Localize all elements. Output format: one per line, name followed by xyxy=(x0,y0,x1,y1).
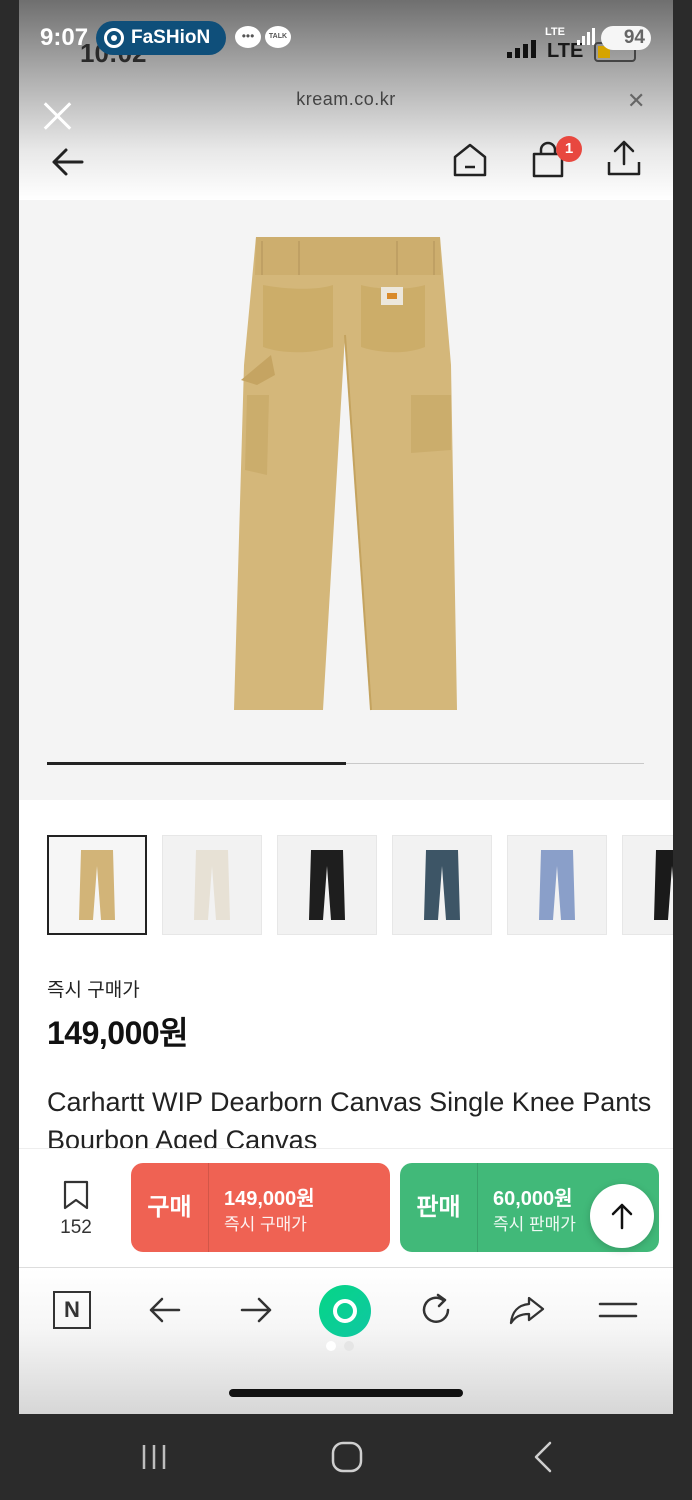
instant-buy-price: 149,000원 xyxy=(47,1015,189,1051)
bookmark-icon xyxy=(63,1180,89,1210)
home-icon[interactable] xyxy=(450,140,490,180)
pants-thumbnail-icon xyxy=(654,850,673,920)
page-dots xyxy=(326,1341,354,1351)
bookmark-count: 152 xyxy=(60,1217,92,1238)
recent-apps-icon[interactable] xyxy=(138,1441,170,1473)
refresh-icon[interactable] xyxy=(416,1290,456,1330)
browser-back-icon[interactable] xyxy=(145,1290,185,1330)
buy-tag: 구매 xyxy=(131,1163,209,1252)
device-frame: 10:02 9:07 FaSHioN ••• TALK LTE LTE 94 k… xyxy=(0,0,692,1500)
sell-price: 60,000원 xyxy=(493,1188,573,1210)
color-thumbnail[interactable] xyxy=(47,835,147,935)
bookmark-button[interactable]: 152 xyxy=(49,1180,103,1239)
share-forward-icon[interactable] xyxy=(507,1290,547,1330)
cart-count-badge: 1 xyxy=(556,136,582,162)
color-thumbnail-list xyxy=(47,835,673,935)
system-navigation-bar xyxy=(0,1414,692,1500)
product-name: Carhartt WIP Dearborn Canvas Single Knee… xyxy=(47,1087,652,1149)
home-circle-icon[interactable] xyxy=(330,1440,364,1474)
color-thumbnail[interactable] xyxy=(507,835,607,935)
color-thumbnail[interactable] xyxy=(392,835,492,935)
sell-tag: 판매 xyxy=(400,1163,478,1252)
signal-icon xyxy=(507,40,536,58)
browser-screen: 10:02 9:07 FaSHioN ••• TALK LTE LTE 94 k… xyxy=(19,0,673,1414)
arrow-up-icon xyxy=(611,1203,633,1230)
system-back-icon[interactable] xyxy=(528,1440,558,1474)
color-thumbnail[interactable] xyxy=(162,835,262,935)
sell-subtitle: 즉시 판매가 xyxy=(493,1215,576,1234)
message-icon: ••• xyxy=(235,26,261,48)
buy-subtitle: 즉시 구매가 xyxy=(224,1215,307,1234)
app-notification-pill[interactable]: FaSHioN xyxy=(96,21,226,55)
naver-home-button[interactable]: N xyxy=(53,1291,91,1329)
back-arrow-icon[interactable] xyxy=(48,142,88,182)
buy-button[interactable]: 구매 149,000원 즉시 구매가 xyxy=(131,1163,390,1252)
green-dot-button[interactable] xyxy=(319,1285,371,1337)
product-image-gallery[interactable] xyxy=(19,200,673,800)
gallery-progress-fill xyxy=(47,762,346,765)
product-image xyxy=(234,237,457,711)
pants-thumbnail-icon xyxy=(79,850,115,920)
pants-thumbnail-icon xyxy=(424,850,460,920)
buy-price: 149,000원 xyxy=(224,1188,315,1210)
close-tab-icon[interactable]: ✕ xyxy=(627,88,645,114)
color-thumbnail[interactable] xyxy=(622,835,673,935)
pants-thumbnail-icon xyxy=(539,850,575,920)
browser-forward-icon[interactable] xyxy=(236,1290,276,1330)
app-pill-label: FaSHioN xyxy=(131,27,211,48)
pants-thumbnail-icon xyxy=(194,850,230,920)
pants-thumbnail-icon xyxy=(309,850,345,920)
talk-icon: TALK xyxy=(265,26,291,48)
battery-indicator: 94 xyxy=(601,26,651,50)
share-icon[interactable] xyxy=(604,138,644,178)
secondary-signal-icon xyxy=(577,28,595,45)
record-icon xyxy=(104,28,124,48)
color-thumbnail[interactable] xyxy=(277,835,377,935)
network-small-label: LTE xyxy=(545,26,565,38)
instant-buy-label: 즉시 구매가 xyxy=(47,980,140,1001)
gesture-handle[interactable] xyxy=(229,1389,463,1397)
scroll-to-top-button[interactable] xyxy=(590,1184,654,1248)
url-text[interactable]: kream.co.kr xyxy=(19,89,673,110)
menu-icon[interactable] xyxy=(598,1290,638,1330)
status-clock: 9:07 xyxy=(40,24,89,51)
